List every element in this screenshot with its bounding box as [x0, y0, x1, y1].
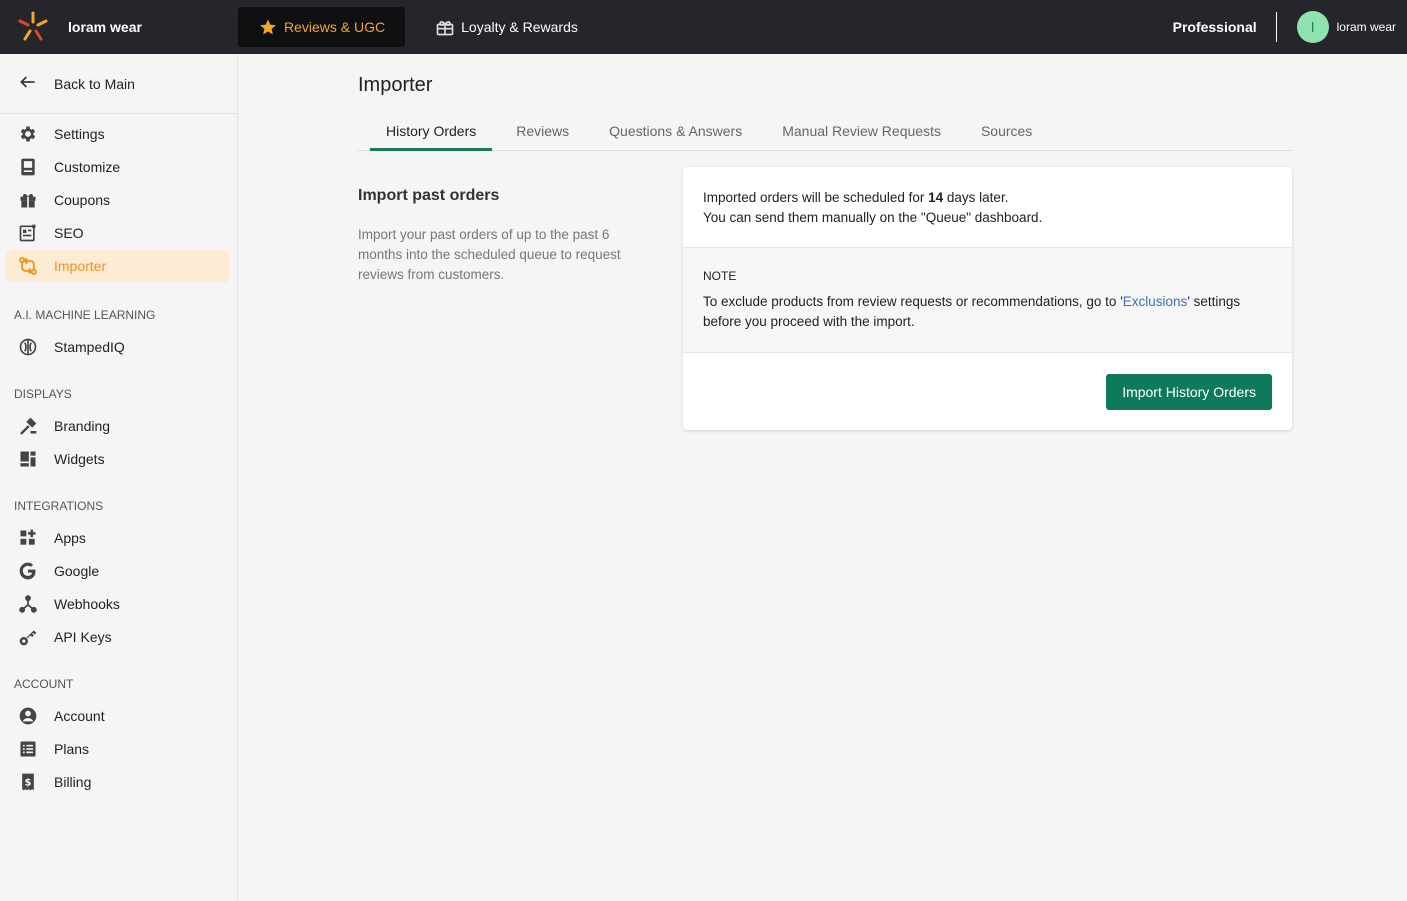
note-text: To exclude products from review requests… [703, 294, 1241, 329]
sidebar-item-apps[interactable]: Apps [6, 522, 229, 554]
sidebar-item-label: StampedIQ [54, 339, 125, 355]
schedule-info: Imported orders will be scheduled for 14… [683, 167, 1292, 248]
sidebar-item-google[interactable]: Google [6, 555, 229, 587]
sidebar-item-webhooks[interactable]: Webhooks [6, 588, 229, 620]
back-label: Back to Main [54, 75, 135, 92]
avatar[interactable]: l [1296, 11, 1329, 43]
main-content: Importer History Orders Reviews Question… [238, 54, 1407, 901]
sidebar-item-label: Billing [54, 774, 92, 790]
key-icon [18, 627, 38, 647]
section-description: Import your past orders of up to the pas… [358, 227, 621, 282]
schedule-line: Imported orders will be scheduled for 14… [703, 190, 1009, 205]
stamped-logo-icon [18, 11, 48, 41]
customize-icon [18, 157, 38, 177]
topnav-reviews-label: Reviews & UGC [284, 19, 386, 35]
sidebar-item-label: Branding [54, 418, 111, 434]
sidebar-item-label: API Keys [54, 629, 112, 645]
queue-line: You can send them manually on the "Queue… [703, 210, 1043, 225]
import-history-orders-button[interactable]: Import History Orders [1106, 373, 1272, 410]
sidebar-item-branding[interactable]: Branding [6, 410, 229, 442]
webhooks-icon [18, 594, 38, 614]
apps-icon [18, 528, 38, 548]
user-name[interactable]: loram wear [1337, 20, 1396, 34]
sidebar-item-label: Apps [54, 530, 86, 546]
gift-icon [18, 190, 38, 210]
sidebar-item-label: Settings [54, 126, 105, 142]
brain-icon [18, 337, 38, 357]
schedule-days: 14 [928, 190, 944, 205]
user-icon [18, 706, 38, 726]
sidebar-item-label: Importer [54, 258, 107, 274]
tab-manual-review-requests[interactable]: Manual Review Requests [766, 111, 957, 151]
hammer-icon [18, 416, 38, 436]
seo-icon [18, 223, 38, 243]
sidebar-item-coupons[interactable]: Coupons [6, 184, 229, 216]
tab-reviews[interactable]: Reviews [500, 111, 585, 151]
section-label-ai: A.I. MACHINE LEARNING [14, 308, 156, 322]
sidebar-item-label: Google [54, 563, 100, 579]
brand[interactable]: loram wear [0, 0, 238, 54]
sidebar-item-account[interactable]: Account [6, 700, 229, 732]
gift-icon [435, 17, 455, 37]
section-title: Import past orders [358, 187, 500, 204]
tab-questions-answers[interactable]: Questions & Answers [593, 111, 758, 151]
importer-icon [18, 256, 38, 276]
widgets-icon [18, 449, 38, 469]
note-title: NOTE [703, 269, 737, 283]
gear-icon [18, 124, 38, 144]
sidebar-item-label: Webhooks [54, 596, 120, 612]
page-title: Importer [358, 74, 433, 96]
sidebar-item-customize[interactable]: Customize [6, 151, 229, 183]
card-actions: Import History Orders [683, 353, 1292, 430]
sidebar-item-label: Account [54, 708, 105, 724]
svg-text:$: $ [25, 777, 32, 788]
note-box: NOTE To exclude products from review req… [683, 248, 1292, 353]
topnav-reviews-ugc[interactable]: Reviews & UGC [238, 7, 406, 47]
sidebar-item-stampediq[interactable]: StampedIQ [6, 331, 229, 363]
star-icon [258, 17, 278, 37]
sidebar-item-plans[interactable]: Plans [6, 733, 229, 765]
billing-icon: $ [18, 772, 38, 792]
sidebar-item-billing[interactable]: $ Billing [6, 766, 229, 798]
sidebar-item-widgets[interactable]: Widgets [6, 443, 229, 475]
back-to-main-link[interactable]: Back to Main [0, 54, 237, 114]
plan-label[interactable]: Professional [1173, 12, 1277, 42]
google-icon [18, 561, 38, 581]
sidebar-item-label: Widgets [54, 451, 105, 467]
sidebar-item-seo[interactable]: SEO [6, 217, 229, 249]
sidebar-item-label: Coupons [54, 192, 111, 208]
brand-name: loram wear [68, 19, 142, 35]
sidebar-item-label: Plans [54, 741, 90, 757]
topnav-loyalty-rewards[interactable]: Loyalty & Rewards [415, 7, 598, 47]
tab-bar: History Orders Reviews Questions & Answe… [358, 111, 1292, 151]
sidebar-item-api-keys[interactable]: API Keys [6, 621, 229, 653]
sidebar-item-importer[interactable]: Importer [6, 250, 229, 282]
topnav-loyalty-label: Loyalty & Rewards [461, 19, 578, 35]
tab-sources[interactable]: Sources [965, 111, 1048, 151]
section-intro: Import past orders Import your past orde… [358, 187, 648, 285]
section-label-displays: DISPLAYS [14, 387, 72, 401]
list-icon [18, 739, 38, 759]
sidebar-item-settings[interactable]: Settings [6, 118, 229, 150]
top-bar: loram wear Reviews & UGC Loyalty & Rewar… [0, 0, 1407, 54]
exclusions-link[interactable]: Exclusions [1123, 294, 1188, 309]
section-label-integrations: INTEGRATIONS [14, 499, 104, 513]
sidebar-item-label: SEO [54, 225, 84, 241]
import-card: Imported orders will be scheduled for 14… [683, 167, 1292, 430]
tab-history-orders[interactable]: History Orders [370, 111, 493, 151]
section-label-account: ACCOUNT [14, 677, 74, 691]
sidebar: Back to Main Settings Customize Coupons … [0, 54, 238, 901]
sidebar-item-label: Customize [54, 159, 121, 175]
arrow-left-icon [18, 72, 38, 95]
